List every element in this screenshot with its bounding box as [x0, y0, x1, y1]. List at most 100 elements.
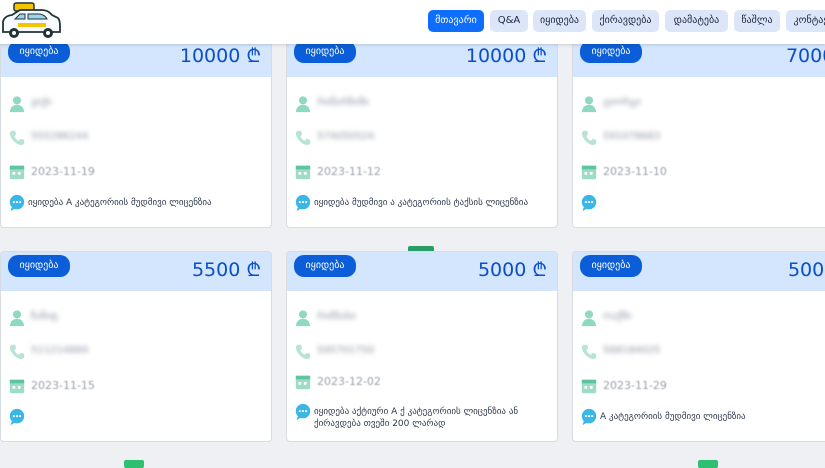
for-sale-badge[interactable]: იყიდება	[580, 255, 642, 277]
phone-number: 595701750	[317, 345, 375, 356]
taxi-stripe-icon	[124, 460, 144, 468]
listing-date: 2023-12-02	[317, 375, 381, 388]
card-header: იყიდება 5000 ₾	[573, 252, 825, 291]
chat-icon	[9, 408, 25, 426]
taxi-logo-icon[interactable]	[0, 0, 62, 42]
price: 7000 ₾	[785, 45, 825, 67]
owner-row: გიორგი	[573, 94, 825, 114]
person-icon	[295, 310, 311, 327]
phone-row: 511214889	[1, 342, 271, 362]
listing-card[interactable]: იყიდება 5500 ₾ ზაზიტ 511214889 2023-11-1…	[0, 251, 272, 442]
listing-date: 2023-11-19	[31, 165, 95, 178]
calendar-icon	[581, 165, 597, 180]
person-icon	[9, 96, 25, 113]
phone-row: 591078683	[573, 128, 825, 148]
listing-card[interactable]: იყიდება 5000 ₾ ოაქმი 568184025 2023-11-2…	[572, 251, 825, 442]
phone-number: 568184025	[603, 345, 661, 356]
owner-row: ზაზიტ	[1, 308, 271, 328]
listing-card[interactable]: იყიდება 10000 ₾ ვიქი 555286244 2023-11-1…	[0, 37, 272, 228]
nav-contact[interactable]: კონტაქ	[786, 10, 825, 32]
for-sale-badge[interactable]: იყიდება	[8, 255, 70, 277]
phone-icon	[9, 344, 25, 360]
price: 10000 ₾	[179, 45, 261, 67]
listing-note: იყიდება აქტიური A ქ კატეგორიის ლიცენზია …	[314, 407, 519, 429]
listing-date: 2023-11-15	[31, 379, 95, 392]
phone-row: 595701750	[287, 342, 557, 362]
chat-icon	[295, 403, 311, 421]
nav-for-rent[interactable]: ქირავდება	[592, 10, 659, 32]
date-row: 2023-12-02	[287, 372, 557, 392]
price: 5500 ₾	[191, 259, 261, 281]
owner-name: გიორგი	[603, 97, 641, 108]
note-row	[573, 193, 825, 213]
date-row: 2023-11-15	[1, 376, 271, 396]
chat-icon	[9, 194, 25, 212]
owner-name: ოაქმი	[603, 311, 632, 322]
owner-name: ვიქი	[31, 97, 52, 108]
nav-delete[interactable]: წაშლა	[734, 10, 780, 32]
owner-name: რიმარზიმი	[317, 97, 369, 108]
nav-home[interactable]: მთავარი	[428, 10, 484, 32]
listing-card[interactable]: იყიდება 7000 ₾ გიორგი 591078683 2023-11-…	[572, 37, 825, 228]
owner-row: რიმბასი	[287, 308, 557, 328]
owner-name: რიმბასი	[317, 311, 357, 322]
person-icon	[9, 310, 25, 327]
phone-number: 574050524	[317, 131, 375, 142]
listing-note: A კატეგორიის მუდმივი ლიცენზია	[600, 412, 746, 422]
phone-row: 574050524	[287, 128, 557, 148]
chat-icon	[295, 194, 311, 212]
top-navbar: მთავარი Q&A იყიდება ქირავდება დამატება წ…	[0, 0, 825, 44]
for-sale-badge[interactable]: იყიდება	[294, 255, 356, 277]
phone-number: 591078683	[603, 131, 661, 142]
phone-number: 511214889	[31, 345, 89, 356]
card-header: იყიდება 5000 ₾	[287, 252, 557, 291]
listing-card[interactable]: იყიდება 10000 ₾ რიმარზიმი 574050524 2023…	[286, 37, 558, 228]
note-row	[1, 407, 271, 427]
phone-row: 555286244	[1, 128, 271, 148]
listing-note: იყიდება მუდმივი ა კატეგორიის ტაქსის ლიცე…	[314, 198, 529, 208]
date-row: 2023-11-19	[1, 162, 271, 182]
phone-number: 555286244	[31, 131, 89, 142]
phone-icon	[9, 130, 25, 146]
calendar-icon	[295, 375, 311, 390]
phone-icon	[581, 130, 597, 146]
for-sale-badge[interactable]: იყიდება	[294, 41, 356, 63]
chat-icon	[581, 194, 597, 212]
note-row: იყიდება აქტიური A ქ კატეგორიის ლიცენზია …	[287, 402, 557, 432]
person-icon	[295, 96, 311, 113]
date-row: 2023-11-29	[573, 376, 825, 396]
phone-icon	[295, 130, 311, 146]
listing-date: 2023-11-12	[317, 165, 381, 178]
note-row: იყიდება მუდმივი ა კატეგორიის ტაქსის ლიცე…	[287, 193, 557, 213]
phone-icon	[581, 344, 597, 360]
listing-card[interactable]: იყიდება 5000 ₾ რიმბასი 595701750 2023-12…	[286, 251, 558, 442]
listing-note: იყიდება A კატეგორიის მუდმივი ლიცენზია	[28, 198, 212, 208]
chat-icon	[581, 408, 597, 426]
owner-row: რიმარზიმი	[287, 94, 557, 114]
price: 10000 ₾	[465, 45, 547, 67]
nav-qa[interactable]: Q&A	[490, 10, 528, 32]
price: 5000 ₾	[477, 259, 547, 281]
nav-for-sale[interactable]: იყიდება	[533, 10, 586, 32]
owner-row: ოაქმი	[573, 308, 825, 328]
date-row: 2023-11-10	[573, 162, 825, 182]
owner-name: ზაზიტ	[31, 311, 58, 322]
calendar-icon	[9, 379, 25, 394]
for-sale-badge[interactable]: იყიდება	[580, 41, 642, 63]
person-icon	[581, 310, 597, 327]
note-row: A კატეგორიის მუდმივი ლიცენზია	[573, 407, 825, 427]
calendar-icon	[295, 165, 311, 180]
note-row: იყიდება A კატეგორიის მუდმივი ლიცენზია	[1, 193, 271, 213]
price: 5000 ₾	[787, 259, 825, 281]
card-header: იყიდება 5500 ₾	[1, 252, 271, 291]
person-icon	[581, 96, 597, 113]
listing-date: 2023-11-10	[603, 165, 667, 178]
date-row: 2023-11-12	[287, 162, 557, 182]
phone-icon	[295, 344, 311, 360]
for-sale-badge[interactable]: იყიდება	[8, 41, 70, 63]
nav-add[interactable]: დამატება	[665, 10, 728, 32]
phone-row: 568184025	[573, 342, 825, 362]
owner-row: ვიქი	[1, 94, 271, 114]
taxi-stripe-icon	[698, 460, 718, 468]
calendar-icon	[9, 165, 25, 180]
